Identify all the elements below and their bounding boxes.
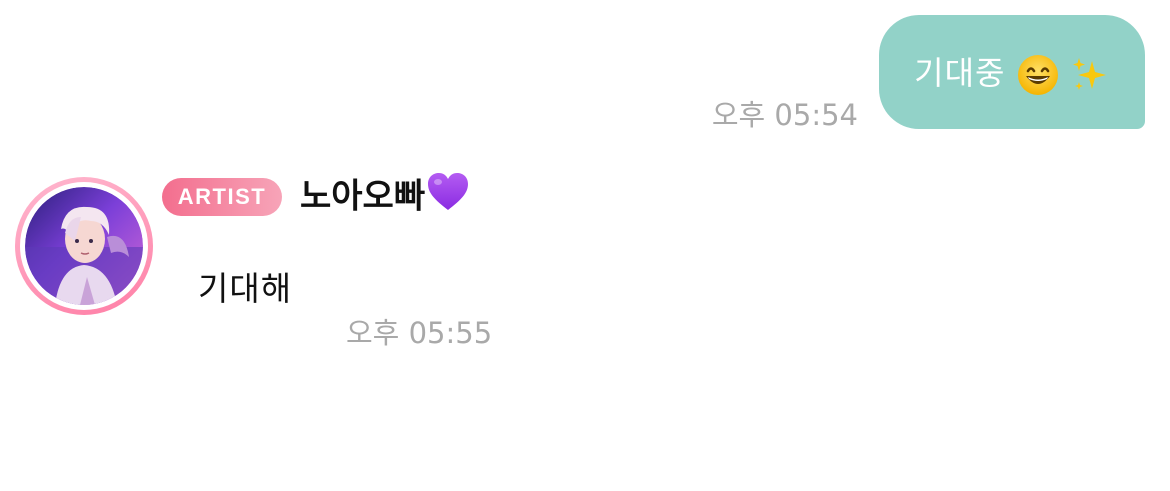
purple-heart-icon	[427, 172, 469, 224]
outgoing-message-label: 기대중	[914, 54, 1006, 92]
avatar-ring	[20, 182, 148, 310]
sender-name[interactable]: 노아오빠	[300, 172, 469, 224]
avatar-image	[25, 187, 143, 305]
sparkles-icon	[1070, 54, 1110, 92]
artist-badge: ARTIST	[162, 178, 282, 216]
incoming-message-text[interactable]: 기대해	[198, 262, 292, 310]
outgoing-message-bubble[interactable]: 기대중	[879, 15, 1145, 129]
outgoing-message-text: 기대중	[914, 48, 1110, 96]
grinning-face-icon	[1017, 54, 1070, 95]
outgoing-timestamp: 오후 05:54	[711, 98, 858, 132]
sender-name-label: 노아오빠	[300, 176, 426, 217]
avatar[interactable]	[15, 177, 153, 315]
incoming-timestamp: 오후 05:55	[346, 316, 493, 350]
